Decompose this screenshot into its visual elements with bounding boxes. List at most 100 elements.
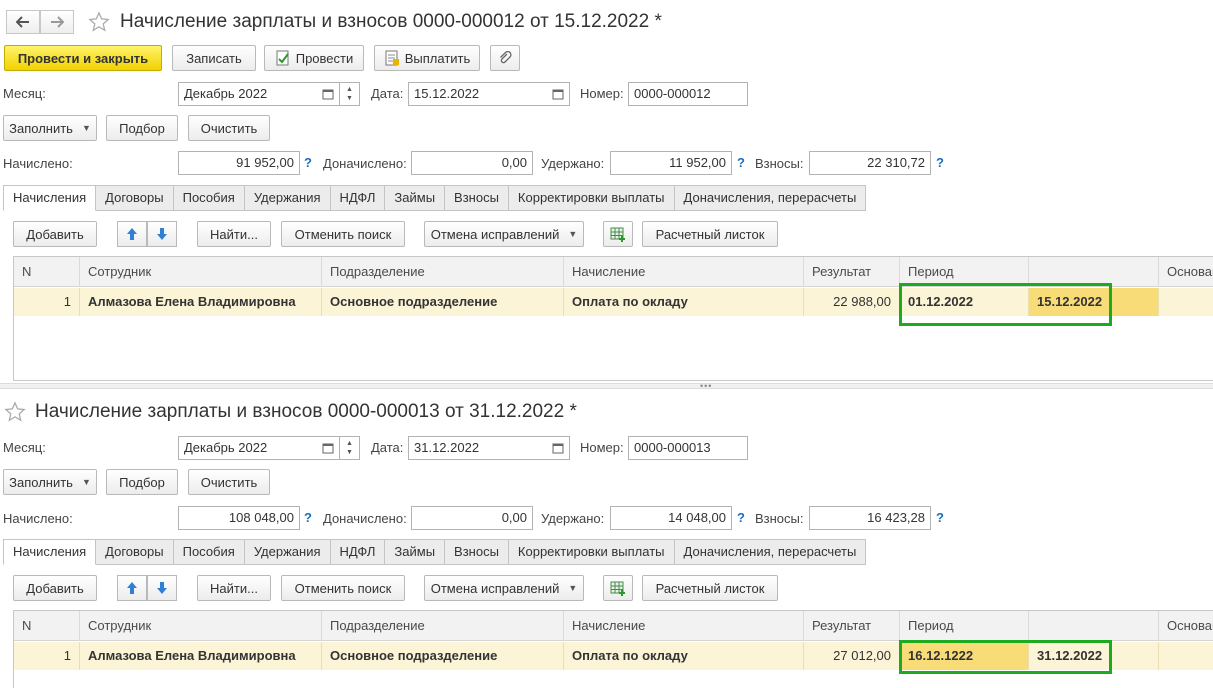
tab-payment-corrections[interactable]: Корректировки выплаты xyxy=(508,539,675,565)
favorite-star-icon[interactable] xyxy=(88,11,110,33)
tab-contracts[interactable]: Договоры xyxy=(96,185,174,211)
col-employee[interactable]: Сотрудник xyxy=(80,257,322,287)
cell-result[interactable]: 27 012,00 xyxy=(804,642,900,670)
tab-loans[interactable]: Займы xyxy=(385,185,446,211)
clear-button[interactable]: Очистить xyxy=(188,115,270,141)
nav-forward-button[interactable] xyxy=(40,10,74,34)
date-calendar-button[interactable] xyxy=(548,84,568,104)
clear-button[interactable]: Очистить xyxy=(188,469,270,495)
cell-n[interactable]: 1 xyxy=(14,288,80,316)
cancel-corrections-button[interactable]: Отмена исправлений ▼ xyxy=(424,221,584,247)
withheld-help-icon[interactable]: ? xyxy=(737,155,745,170)
find-button[interactable]: Найти... xyxy=(197,221,271,247)
cell-n[interactable]: 1 xyxy=(14,642,80,670)
tab-deductions[interactable]: Удержания xyxy=(244,539,331,565)
find-button[interactable]: Найти... xyxy=(197,575,271,601)
number-field[interactable]: 0000-000013 xyxy=(628,436,748,460)
favorite-star-icon[interactable] xyxy=(4,401,26,423)
contrib-help-icon[interactable]: ? xyxy=(936,510,944,525)
month-calendar-button[interactable] xyxy=(318,84,338,104)
table-add-icon xyxy=(610,227,625,242)
tab-benefits[interactable]: Пособия xyxy=(173,185,245,211)
cell-department[interactable]: Основное подразделение xyxy=(322,642,564,670)
month-spinner[interactable]: ▲ ▼ xyxy=(340,436,360,460)
cell-accrual[interactable]: Оплата по окладу xyxy=(564,642,804,670)
chevron-down-icon: ▼ xyxy=(568,583,578,593)
move-up-button[interactable] xyxy=(117,575,147,601)
date-field[interactable]: 15.12.2022 xyxy=(408,82,570,106)
col-basis[interactable]: Основание xyxy=(1159,257,1213,287)
tab-ndfl[interactable]: НДФЛ xyxy=(330,539,386,565)
cell-basis[interactable] xyxy=(1159,288,1213,316)
month-spinner[interactable]: ▲ ▼ xyxy=(340,82,360,106)
tab-recalculations[interactable]: Доначисления, перерасчеты xyxy=(674,185,867,211)
cancel-search-button[interactable]: Отменить поиск xyxy=(281,575,405,601)
pay-button[interactable]: Выплатить xyxy=(374,45,480,71)
col-basis[interactable]: Основание xyxy=(1159,611,1213,641)
withheld-value: 11 952,00 xyxy=(669,155,726,170)
post-and-close-button[interactable]: Провести и закрыть xyxy=(4,45,162,71)
payslip-button[interactable]: Расчетный листок xyxy=(642,575,778,601)
cell-employee[interactable]: Алмазова Елена Владимировна xyxy=(80,288,322,316)
add-button[interactable]: Добавить xyxy=(13,575,97,601)
cell-department[interactable]: Основное подразделение xyxy=(322,288,564,316)
window-splitter[interactable]: ••• xyxy=(0,382,1213,391)
tab-accruals[interactable]: Начисления xyxy=(3,185,97,211)
pick-button[interactable]: Подбор xyxy=(106,115,178,141)
chevron-down-icon: ▼ xyxy=(568,229,578,239)
excel-button[interactable] xyxy=(603,575,633,601)
withheld-help-icon[interactable]: ? xyxy=(737,510,745,525)
fill-button[interactable]: Заполнить ▼ xyxy=(3,115,97,141)
date-field[interactable]: 31.12.2022 xyxy=(408,436,570,460)
tab-contracts[interactable]: Договоры xyxy=(96,539,174,565)
tab-payment-corrections[interactable]: Корректировки выплаты xyxy=(508,185,675,211)
col-result[interactable]: Результат xyxy=(804,257,900,287)
col-n[interactable]: N xyxy=(14,257,80,287)
post-button[interactable]: Провести xyxy=(264,45,364,71)
accrued-help-icon[interactable]: ? xyxy=(304,510,312,525)
col-employee[interactable]: Сотрудник xyxy=(80,611,322,641)
number-field[interactable]: 0000-000012 xyxy=(628,82,748,106)
col-accrual[interactable]: Начисление xyxy=(564,611,804,641)
col-period[interactable]: Период xyxy=(900,611,1029,641)
nav-back-button[interactable] xyxy=(6,10,40,34)
tab-contributions[interactable]: Взносы xyxy=(445,539,509,565)
cancel-search-button[interactable]: Отменить поиск xyxy=(281,221,405,247)
month-calendar-button[interactable] xyxy=(318,438,338,458)
move-down-button[interactable] xyxy=(147,575,177,601)
col-n[interactable]: N xyxy=(14,611,80,641)
doc1-title: Начисление зарплаты и взносов 0000-00001… xyxy=(120,11,662,32)
accrued-help-icon[interactable]: ? xyxy=(304,155,312,170)
cell-basis[interactable] xyxy=(1159,642,1213,670)
col-period-to[interactable] xyxy=(1029,611,1159,641)
move-down-button[interactable] xyxy=(147,221,177,247)
tab-benefits[interactable]: Пособия xyxy=(173,539,245,565)
tab-ndfl[interactable]: НДФЛ xyxy=(330,185,386,211)
col-result[interactable]: Результат xyxy=(804,611,900,641)
move-up-button[interactable] xyxy=(117,221,147,247)
tab-loans[interactable]: Займы xyxy=(385,539,446,565)
payslip-button[interactable]: Расчетный листок xyxy=(642,221,778,247)
add-button[interactable]: Добавить xyxy=(13,221,97,247)
col-department[interactable]: Подразделение xyxy=(322,611,564,641)
col-department[interactable]: Подразделение xyxy=(322,257,564,287)
tab-contributions[interactable]: Взносы xyxy=(445,185,509,211)
cell-employee[interactable]: Алмазова Елена Владимировна xyxy=(80,642,322,670)
cell-result[interactable]: 22 988,00 xyxy=(804,288,900,316)
tab-recalculations[interactable]: Доначисления, перерасчеты xyxy=(674,539,867,565)
date-calendar-button[interactable] xyxy=(548,438,568,458)
save-button[interactable]: Записать xyxy=(172,45,256,71)
tab-deductions[interactable]: Удержания xyxy=(244,185,331,211)
attach-button[interactable] xyxy=(490,45,520,71)
pick-button[interactable]: Подбор xyxy=(106,469,178,495)
cancel-corrections-button[interactable]: Отмена исправлений ▼ xyxy=(424,575,584,601)
excel-button[interactable] xyxy=(603,221,633,247)
contrib-help-icon[interactable]: ? xyxy=(936,155,944,170)
tab-accruals[interactable]: Начисления xyxy=(3,539,97,565)
cell-accrual[interactable]: Оплата по окладу xyxy=(564,288,804,316)
month-field[interactable]: Декабрь 2022 xyxy=(178,82,340,106)
col-accrual[interactable]: Начисление xyxy=(564,257,804,287)
fill-button[interactable]: Заполнить ▼ xyxy=(3,469,97,495)
withheld-label: Удержано: xyxy=(541,156,605,171)
month-field[interactable]: Декабрь 2022 xyxy=(178,436,340,460)
